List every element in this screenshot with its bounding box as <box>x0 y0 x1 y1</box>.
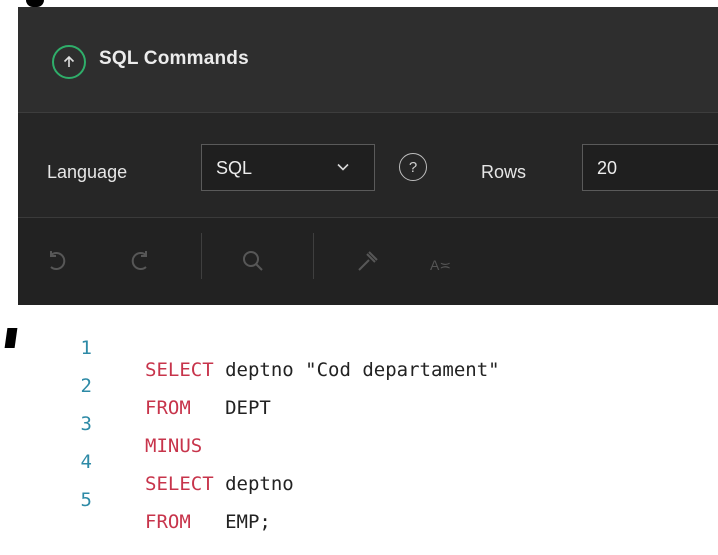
code-text: SELECT deptno <box>145 473 294 495</box>
code-text: SELECT deptno "Cod departament" <box>145 359 500 381</box>
code-text: FROM DEPT <box>145 397 271 419</box>
sql-text: deptno <box>213 473 294 495</box>
cropped-text-fragment <box>0 322 20 352</box>
code-editor[interactable]: 1 SELECT deptno "Cod departament" 2 FROM… <box>20 305 718 533</box>
code-text: MINUS <box>145 435 202 457</box>
text-case-icon[interactable]: A≍ <box>430 257 451 274</box>
chevron-down-icon <box>337 163 349 171</box>
rows-label: Rows <box>481 162 527 182</box>
settings-toolbar: Language SQL ? Rows 20 <box>18 113 718 218</box>
line-number: 4 <box>80 451 92 473</box>
panel-title: SQL Commands <box>99 48 249 69</box>
hammer-icon[interactable] <box>355 248 381 274</box>
rows-input[interactable]: 20 <box>582 144 718 191</box>
sql-keyword: MINUS <box>145 435 203 457</box>
line-number: 2 <box>80 375 92 397</box>
panel-header: SQL Commands <box>18 7 718 113</box>
redo-icon[interactable] <box>126 248 152 274</box>
undo-icon[interactable] <box>45 248 71 274</box>
code-line: 1 SELECT deptno "Cod departament" <box>20 315 500 381</box>
line-number: 5 <box>80 489 92 511</box>
code-line: 5 FROM EMP; <box>20 467 271 533</box>
line-number: 3 <box>80 413 92 435</box>
line-number: 1 <box>80 337 92 359</box>
toolbar-divider <box>201 233 202 279</box>
code-line: 2 FROM DEPT <box>20 353 271 419</box>
language-value: SQL <box>216 158 253 178</box>
rows-value: 20 <box>597 158 618 178</box>
language-select[interactable]: SQL <box>201 144 375 191</box>
toolbar-divider <box>313 233 314 279</box>
up-arrow-icon[interactable] <box>52 45 86 79</box>
sql-text: DEPT <box>190 397 271 419</box>
sql-commands-panel: SQL Commands Language SQL ? Rows 20 A≍ <box>18 7 718 305</box>
help-icon[interactable]: ? <box>399 153 427 181</box>
code-line: 3 MINUS <box>20 391 203 457</box>
code-text: FROM EMP; <box>145 511 271 533</box>
sql-text: deptno "Cod departament" <box>213 359 500 381</box>
sql-keyword: SELECT <box>145 359 214 381</box>
sql-keyword: FROM <box>145 511 191 533</box>
code-line: 4 SELECT deptno <box>20 429 294 495</box>
sql-keyword: SELECT <box>145 473 214 495</box>
sql-keyword: FROM <box>145 397 191 419</box>
sql-text: EMP; <box>190 511 271 533</box>
editor-toolbar: A≍ <box>18 218 718 305</box>
language-label: Language <box>47 162 128 182</box>
search-icon[interactable] <box>240 248 266 274</box>
